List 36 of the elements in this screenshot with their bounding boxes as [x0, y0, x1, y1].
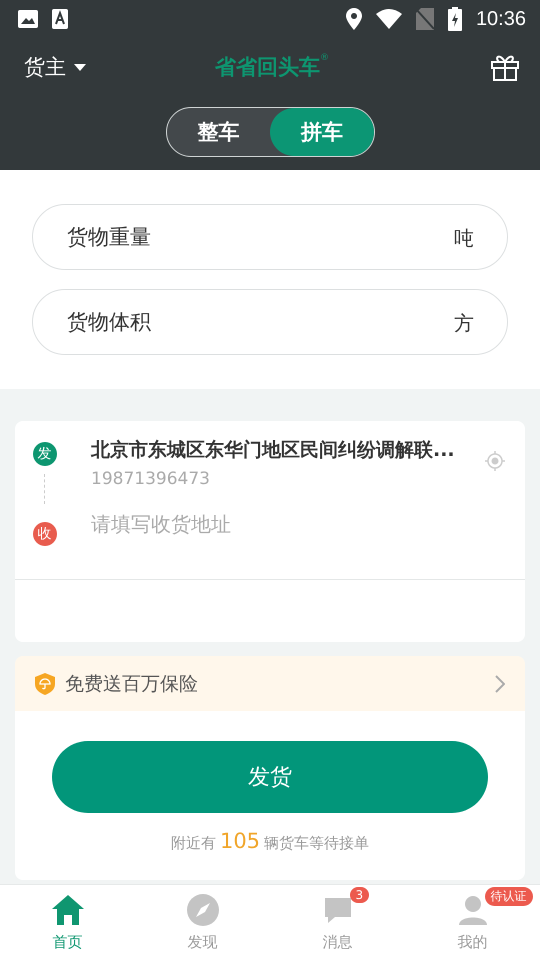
- sender-badge: 发: [32, 442, 56, 466]
- ship-button[interactable]: 发货: [52, 741, 488, 813]
- sender-phone: 19871396473: [91, 469, 211, 489]
- clock-time: 10:36: [476, 8, 526, 30]
- font-icon: [52, 9, 68, 29]
- insurance-banner[interactable]: 免费送百万保险: [15, 656, 525, 711]
- shield-umbrella-icon: [35, 672, 55, 694]
- nav-tab[interactable]: 消息 3: [270, 885, 405, 960]
- receiver-address-field[interactable]: 请填写收货地址: [91, 511, 485, 538]
- registered-mark: ®: [320, 53, 329, 63]
- unit-label: 方: [454, 310, 474, 337]
- nav-tab[interactable]: 首页: [0, 885, 135, 960]
- truck-count: 105: [220, 829, 260, 853]
- unit-label: 吨: [454, 225, 474, 252]
- mode-tab[interactable]: 整车: [166, 108, 270, 156]
- notification-badge: 待认证: [484, 887, 532, 906]
- mode-tab[interactable]: 拼车: [270, 108, 374, 156]
- compass-icon: [186, 893, 220, 927]
- home-icon: [50, 893, 84, 927]
- notification-badge: 3: [350, 887, 370, 903]
- receiver-badge: 收: [32, 522, 56, 546]
- battery-charging-icon: [448, 7, 462, 31]
- caret-icon: [74, 64, 86, 70]
- nav-tab[interactable]: 发现: [135, 885, 270, 960]
- nearby-text: 辆货车等待接单: [264, 834, 370, 853]
- app-logo: 省省回头车: [215, 54, 320, 81]
- nav-tab[interactable]: 我的 待认证: [405, 885, 540, 960]
- sender-address[interactable]: 北京市东城区东华门地区民间纠纷调解联...: [91, 437, 485, 463]
- no-sim-icon: [416, 8, 434, 30]
- nearby-text: 附近有: [170, 834, 216, 853]
- chevron-right-icon: [495, 674, 505, 692]
- location-icon: [346, 8, 362, 30]
- wifi-icon: [376, 9, 402, 29]
- role-dropdown[interactable]: 货主: [24, 53, 134, 81]
- gift-icon[interactable]: [490, 53, 520, 81]
- image-icon: [18, 10, 38, 28]
